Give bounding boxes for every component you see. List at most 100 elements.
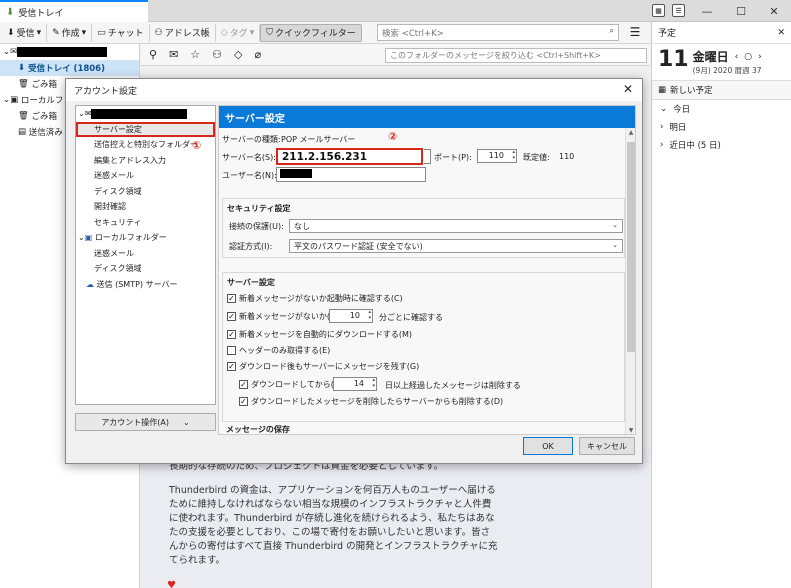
account-row[interactable]: ⌄ ✉ (0, 44, 139, 60)
attachment-icon[interactable]: ⌀ (255, 48, 262, 61)
today-icon[interactable]: ○ (744, 52, 752, 62)
tag-icon[interactable]: ◇ (234, 48, 242, 61)
address-book-button[interactable]: ⚇ アドレス帳 (150, 23, 216, 42)
default-port-label: 既定値: (523, 153, 550, 162)
close-window-button[interactable]: ✕ (757, 0, 791, 22)
check-every-checkbox[interactable]: ✓ 新着メッセージがないか(Y) (227, 311, 338, 322)
message-body: 長期的な存続のため、プロジェクトは資金を必要としています。 Thunderbir… (141, 448, 650, 588)
mail-account-icon: ✉ (84, 109, 92, 119)
agenda-subtitle: (9月) 2020 暦週 37 (692, 66, 762, 75)
agenda-today[interactable]: ⌄ 今日 (652, 100, 791, 118)
scroll-down-icon[interactable]: ▼ (626, 426, 635, 434)
cancel-button[interactable]: キャンセル (579, 437, 635, 455)
check-startup-checkbox[interactable]: ✓ 新着メッセージがないか起動時に確認する(C) (227, 293, 403, 304)
agenda-tomorrow[interactable]: › 明日 (652, 118, 791, 136)
chat-button[interactable]: ▭ チャット (92, 23, 150, 42)
agenda-day: 11 (658, 47, 689, 72)
get-mail-button[interactable]: ⬇ 受信 ▾ (2, 23, 48, 42)
check-interval-suffix: 分ごとに確認する (379, 313, 443, 322)
chevron-down-icon: ⌄ (78, 109, 85, 119)
tree-junk[interactable]: 迷惑メール (76, 168, 215, 184)
port-input[interactable]: 110 (477, 149, 517, 163)
tree-local-folders[interactable]: ⌄ ▣ ローカルフォルダー (76, 230, 215, 246)
scroll-up-icon[interactable]: ▲ (626, 128, 635, 138)
message-storage-title: メッセージの保存 (226, 425, 290, 434)
tasks-icon[interactable]: ☰ (672, 4, 685, 17)
maximize-button[interactable]: ☐ (724, 0, 758, 22)
checkbox-checked-icon: ✓ (239, 380, 248, 389)
calendar-icon[interactable]: ▦ (652, 4, 665, 17)
pin-icon[interactable]: ⚲ (149, 48, 157, 61)
ok-button[interactable]: OK (523, 437, 573, 455)
minimize-button[interactable]: — (690, 0, 724, 22)
chevron-down-icon: ⌄ (183, 417, 190, 427)
chevron-left-icon[interactable]: ‹ (735, 52, 739, 62)
inbox-folder-icon: ⬇ (18, 63, 26, 73)
close-icon[interactable]: ✕ (777, 28, 785, 38)
dialog-close-button[interactable]: ✕ (620, 82, 636, 96)
check-interval-input[interactable]: 10 (329, 309, 373, 323)
server-name-label: サーバー名(S): (222, 153, 276, 162)
chevron-down-icon: ⌄ (3, 95, 11, 105)
quick-filter-button[interactable]: ⛉ クイックフィルター (260, 23, 362, 42)
quick-filter-input[interactable]: このフォルダーのメッセージを絞り込む <Ctrl+Shift+K> (385, 48, 647, 63)
redacted-account (91, 108, 188, 119)
mail-account-icon: ✉ (10, 47, 18, 57)
new-event-icon: ▦ (658, 85, 667, 95)
leave-on-server-checkbox[interactable]: ✓ ダウンロード後もサーバーにメッセージを残す(G) (227, 361, 419, 372)
tree-disk-space[interactable]: ディスク領域 (76, 184, 215, 200)
tree-security[interactable]: セキュリティ (76, 215, 215, 231)
server-type-value: POP メールサーバー (281, 135, 356, 144)
tree-smtp[interactable]: ☁ 送信 (SMTP) サーバー (76, 277, 215, 293)
filter-icon: ⛉ (266, 27, 273, 38)
delete-from-server-checkbox[interactable]: ✓ ダウンロードしたメッセージを削除したらサーバーからも削除する(D) (239, 396, 503, 407)
chevron-right-icon[interactable]: › (758, 52, 762, 62)
app-menu-button[interactable]: ☰ (627, 24, 643, 41)
dialog-title: アカウント設定 (74, 86, 138, 97)
write-button[interactable]: ✎ 作成 ▾ (47, 23, 93, 42)
account-actions-button[interactable]: アカウント操作(A) ⌄ (75, 413, 216, 431)
local-folder-icon: ▣ (10, 95, 19, 105)
delete-after-days-checkbox[interactable]: ✓ ダウンロードしてから(O) (239, 379, 343, 390)
chevron-down-icon: ⌄ (3, 47, 11, 57)
conn-security-select[interactable]: なし ⌄ (289, 219, 623, 233)
message-paragraph-2: Thunderbird の資金は、アプリケーションを何百万人ものユーザーへ届ける… (169, 485, 498, 566)
security-group-title: セキュリティ設定 (227, 204, 291, 213)
agenda-upcoming[interactable]: › 近日中 (5 日) (652, 136, 791, 154)
heart-icon: ♥ (167, 580, 176, 588)
tab-label: 受信トレイ (18, 8, 64, 19)
download-icon: ⬇ (7, 27, 15, 38)
scroll-thumb[interactable] (627, 142, 635, 352)
annotation-marker-2: ② (388, 130, 398, 143)
panel-scrollbar[interactable]: ▲ ▼ (625, 128, 635, 434)
days-input[interactable]: 14 (333, 377, 377, 391)
star-icon[interactable]: ☆ (190, 48, 200, 61)
tree-local-disk[interactable]: ディスク領域 (76, 261, 215, 277)
auth-method-select[interactable]: 平文のパスワード認証 (安全でない) ⌄ (289, 239, 623, 253)
tag-icon: ◇ (220, 27, 228, 38)
unread-icon[interactable]: ✉ (169, 48, 178, 61)
server-options-title: サーバー設定 (227, 278, 275, 287)
tree-account[interactable]: ⌄ ✉ (76, 106, 215, 122)
tab-inbox[interactable]: ⬇ 受信トレイ (0, 0, 148, 22)
checkbox-checked-icon: ✓ (227, 294, 236, 303)
new-event-button[interactable]: ▦ 新しい予定 (652, 80, 791, 100)
folder-inbox[interactable]: ⬇ 受信トレイ (1806) (0, 60, 139, 76)
auto-download-checkbox[interactable]: ✓ 新着メッセージを自動的にダウンロードする(M) (227, 329, 412, 340)
server-name-input[interactable]: 211.2.156.231 (276, 148, 423, 165)
tree-receipts[interactable]: 開封確認 (76, 199, 215, 215)
checkbox-checked-icon: ✓ (227, 312, 236, 321)
tree-composition[interactable]: 編集とアドレス入力 (76, 153, 215, 169)
trash-icon: 🗑 (18, 111, 29, 121)
tree-server-settings[interactable]: サーバー設定 (76, 121, 215, 137)
global-search-input[interactable]: 検索 <Ctrl+K> ⌕ (377, 24, 619, 41)
tree-local-junk[interactable]: 迷惑メール (76, 246, 215, 262)
checkbox-checked-icon: ✓ (227, 362, 236, 371)
headers-only-checkbox[interactable]: ヘッダーのみ取得する(E) (227, 345, 330, 356)
contact-icon[interactable]: ⚇ (212, 48, 222, 61)
tag-button[interactable]: ◇ タグ ▾ (216, 23, 261, 42)
security-group: セキュリティ設定 接続の保護(U): なし ⌄ 認証方式(I): 平文のパスワード… (222, 198, 625, 258)
username-input[interactable] (276, 167, 426, 182)
trash-icon: 🗑 (18, 79, 29, 89)
tab-bar: ⬇ 受信トレイ ▦ ☰ — ☐ ✕ (0, 0, 791, 22)
